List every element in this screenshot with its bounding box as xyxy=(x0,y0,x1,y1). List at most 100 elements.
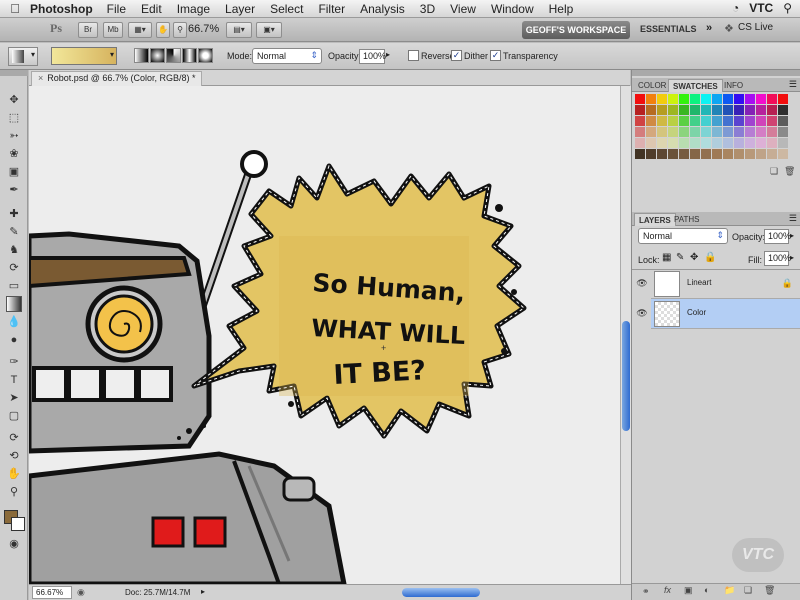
swatch-chip[interactable] xyxy=(679,116,689,126)
menu-view[interactable]: View xyxy=(450,2,476,16)
panel-menu-icon[interactable]: ☰ xyxy=(789,79,797,90)
lock-position-icon[interactable]: ✥ xyxy=(690,252,698,263)
swatch-chip[interactable] xyxy=(701,105,711,115)
transparency-checkbox[interactable]: ✓ xyxy=(490,50,501,61)
type-tool-icon[interactable]: T xyxy=(6,372,22,388)
swatch-chip[interactable] xyxy=(690,149,700,159)
bridge-button[interactable]: Br xyxy=(78,22,98,38)
reverse-checkbox[interactable] xyxy=(408,50,419,61)
swatch-chip[interactable] xyxy=(668,127,678,137)
move-tool-icon[interactable]: ✥ xyxy=(6,92,22,108)
eyedropper-tool-icon[interactable]: ✒ xyxy=(6,182,22,198)
swatch-chip[interactable] xyxy=(778,105,788,115)
layer-row-color[interactable]: Color xyxy=(651,299,800,329)
menubar-vtc[interactable]: VTC xyxy=(749,1,773,15)
swatch-chip[interactable] xyxy=(734,94,744,104)
swatch-chip[interactable] xyxy=(756,105,766,115)
delete-layer-icon[interactable]: 🗑 xyxy=(764,585,775,596)
reflected-gradient-button[interactable] xyxy=(182,48,197,63)
swatch-chip[interactable] xyxy=(657,116,667,126)
swatch-chip[interactable] xyxy=(756,138,766,148)
swatch-chip[interactable] xyxy=(635,127,645,137)
swatch-chip[interactable] xyxy=(679,105,689,115)
status-options-icon[interactable]: ◉ xyxy=(77,587,85,598)
radial-gradient-button[interactable] xyxy=(150,48,165,63)
swatch-chip[interactable] xyxy=(756,127,766,137)
document-tab[interactable]: × Robot.psd @ 66.7% (Color, RGB/8) * xyxy=(31,71,203,86)
menu-3d[interactable]: 3D xyxy=(420,2,435,16)
workspace-button[interactable]: GEOFF'S WORKSPACE xyxy=(522,21,630,39)
marquee-tool-icon[interactable]: ⬚ xyxy=(6,110,22,126)
link-layers-icon[interactable]: ⚭ xyxy=(642,586,650,597)
screen-mode-button[interactable]: ▣▾ xyxy=(256,22,282,38)
clone-stamp-tool-icon[interactable]: ♞ xyxy=(6,242,22,258)
swatch-chip[interactable] xyxy=(723,94,733,104)
swatch-chip[interactable] xyxy=(756,94,766,104)
hand-tool-icon[interactable]: ✋ xyxy=(6,466,22,482)
swatch-chip[interactable] xyxy=(745,94,755,104)
swatch-chip[interactable] xyxy=(646,149,656,159)
swatch-chip[interactable] xyxy=(690,94,700,104)
swatch-chip[interactable] xyxy=(657,138,667,148)
swatch-chip[interactable] xyxy=(723,138,733,148)
gradient-picker-swatch[interactable] xyxy=(51,47,117,65)
add-mask-icon[interactable]: ▣ xyxy=(684,585,693,596)
swatch-chip[interactable] xyxy=(723,116,733,126)
swatch-chip[interactable] xyxy=(712,127,722,137)
swatch-chip[interactable] xyxy=(712,94,722,104)
blur-tool-icon[interactable]: 💧 xyxy=(6,314,22,330)
menu-help[interactable]: Help xyxy=(549,2,574,16)
new-group-icon[interactable]: 📁 xyxy=(724,585,735,596)
swatch-chip[interactable] xyxy=(690,127,700,137)
document-canvas[interactable]: So Human, WHAT WILL IT BE? + xyxy=(29,86,620,584)
swatch-chip[interactable] xyxy=(701,127,711,137)
swatch-chip[interactable] xyxy=(701,116,711,126)
status-menu-arrow-icon[interactable]: ▸ xyxy=(201,587,205,596)
layers-panel-menu-icon[interactable]: ☰ xyxy=(789,213,797,224)
linear-gradient-button[interactable] xyxy=(134,48,149,63)
zoom-level[interactable]: 66.7% xyxy=(188,23,219,35)
swatch-chip[interactable] xyxy=(723,127,733,137)
lock-all-icon[interactable]: 🔒 xyxy=(704,252,716,263)
swatch-chip[interactable] xyxy=(712,105,722,115)
swatch-chip[interactable] xyxy=(679,127,689,137)
swatch-chip[interactable] xyxy=(778,116,788,126)
quick-mask-icon[interactable]: ◉ xyxy=(6,536,22,552)
swatch-chip[interactable] xyxy=(646,127,656,137)
status-zoom-input[interactable]: 66.67% xyxy=(32,586,72,599)
document-size-info[interactable]: Doc: 25.7M/14.7M xyxy=(125,588,190,597)
swatch-chip[interactable] xyxy=(734,105,744,115)
hand-tool-button[interactable]: ✋ xyxy=(156,22,170,38)
swatch-chip[interactable] xyxy=(745,105,755,115)
zoom-tool-icon[interactable]: ⚲ xyxy=(6,484,22,500)
swatch-chip[interactable] xyxy=(668,105,678,115)
swatch-chip[interactable] xyxy=(723,105,733,115)
swatch-chip[interactable] xyxy=(734,138,744,148)
path-selection-tool-icon[interactable]: ➤ xyxy=(6,390,22,406)
opacity-slider-arrow-icon[interactable]: ▸ xyxy=(386,50,390,59)
menu-select[interactable]: Select xyxy=(270,2,303,16)
swatch-chip[interactable] xyxy=(668,94,678,104)
mini-bridge-button[interactable]: Mb xyxy=(103,22,123,38)
lock-transparent-icon[interactable]: ▦ xyxy=(662,252,671,263)
3d-rotate-tool-icon[interactable]: ⟳ xyxy=(6,430,22,446)
lasso-tool-icon[interactable]: ➳ xyxy=(6,128,22,144)
3d-orbit-tool-icon[interactable]: ⟲ xyxy=(6,448,22,464)
new-swatch-icon[interactable]: ❏ xyxy=(770,166,778,177)
swatch-chip[interactable] xyxy=(668,116,678,126)
blend-mode-select[interactable]: Normal ⇕ xyxy=(638,228,728,244)
swatch-chip[interactable] xyxy=(668,138,678,148)
swatch-chip[interactable] xyxy=(778,94,788,104)
swatch-chip[interactable] xyxy=(767,105,777,115)
tools-panel-header[interactable] xyxy=(0,70,28,76)
gradient-tool-icon[interactable] xyxy=(6,296,22,312)
menu-layer[interactable]: Layer xyxy=(225,2,255,16)
swatches-grid[interactable] xyxy=(635,94,788,162)
quick-selection-tool-icon[interactable]: ❀ xyxy=(6,146,22,162)
swatch-chip[interactable] xyxy=(712,138,722,148)
swatch-chip[interactable] xyxy=(767,138,777,148)
layer-style-icon[interactable]: fx xyxy=(664,585,671,595)
vertical-scrollbar[interactable] xyxy=(620,86,631,584)
swatch-chip[interactable] xyxy=(646,105,656,115)
swatch-chip[interactable] xyxy=(701,149,711,159)
